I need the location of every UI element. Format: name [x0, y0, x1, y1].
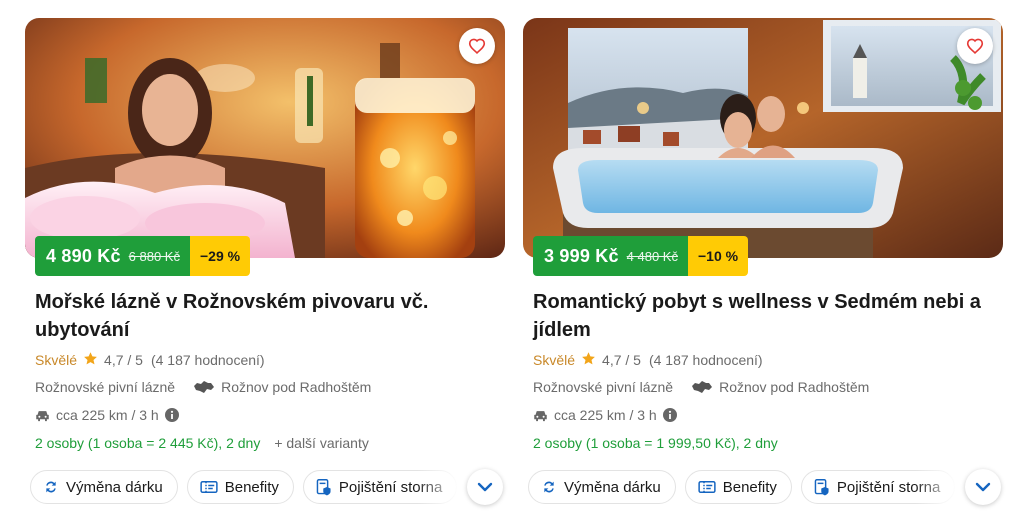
chip-benefits[interactable]: Benefity — [684, 470, 792, 504]
rating-score: 4,7 / 5 — [602, 352, 641, 368]
rating-row: Skvělé 4,7 / 5 (4 187 hodnocení) — [533, 351, 763, 369]
city-name: Rožnov pod Radhoštěm — [719, 379, 870, 395]
insurance-icon — [814, 478, 830, 496]
offer-card-2[interactable]: 3 999 Kč 4 480 Kč −10 % Romantický pobyt… — [523, 18, 1003, 508]
chips-fade — [417, 468, 467, 508]
chip-label: Výměna dárku — [564, 478, 661, 496]
offer-title[interactable]: Mořské lázně v Rožnovském pivovaru vč. u… — [35, 288, 495, 344]
price-tag: 4 890 Kč 6 880 Kč −29 % — [35, 236, 251, 276]
location-row: Rožnovské pivní lázně Rožnov pod Radhošt… — [533, 379, 869, 395]
star-icon — [581, 351, 596, 369]
chip-label: Výměna dárku — [66, 478, 163, 496]
insurance-icon — [316, 478, 332, 496]
stay-details: 2 osoby (1 osoba = 2 445 Kč), 2 dny — [35, 435, 261, 451]
heart-icon — [468, 38, 486, 54]
price-box: 4 890 Kč 6 880 Kč — [35, 236, 190, 276]
czech-map-icon — [193, 380, 215, 394]
original-price: 4 480 Kč — [626, 248, 678, 264]
offer-photo[interactable] — [523, 18, 1003, 258]
offer-card-1[interactable]: 4 890 Kč 6 880 Kč −29 % Mořské lázně v R… — [25, 18, 505, 508]
distance-text: cca 225 km / 3 h — [554, 407, 657, 423]
favorite-button[interactable] — [957, 28, 993, 64]
current-price: 4 890 Kč — [46, 245, 121, 266]
chip-gift-exchange[interactable]: Výměna dárku — [30, 470, 178, 504]
chip-label: Benefity — [224, 478, 279, 496]
star-icon — [83, 351, 98, 369]
chips-fade — [915, 468, 965, 508]
chevron-down-icon — [975, 482, 991, 492]
wellness-hot-tub-photo — [523, 18, 1003, 258]
car-icon — [533, 409, 548, 422]
car-icon — [35, 409, 50, 422]
chevron-down-icon — [477, 482, 493, 492]
distance-row: cca 225 km / 3 h — [35, 407, 185, 423]
ticket-icon — [698, 480, 716, 494]
info-icon[interactable] — [662, 408, 677, 422]
rating-word: Skvělé — [533, 352, 576, 368]
expand-chips-button[interactable] — [467, 469, 503, 505]
chip-gift-exchange[interactable]: Výměna dárku — [528, 470, 676, 504]
rating-row: Skvělé 4,7 / 5 (4 187 hodnocení) — [35, 351, 265, 369]
exchange-icon — [43, 479, 59, 495]
beer-spa-photo — [25, 18, 505, 258]
rating-word: Skvělé — [35, 352, 78, 368]
czech-map-icon — [691, 380, 713, 394]
price-box: 3 999 Kč 4 480 Kč — [533, 236, 688, 276]
rating-count: (4 187 hodnocení) — [648, 352, 763, 368]
venue-name: Rožnovské pivní lázně — [35, 379, 176, 395]
offer-photo[interactable] — [25, 18, 505, 258]
rating-score: 4,7 / 5 — [104, 352, 143, 368]
info-icon[interactable] — [164, 408, 179, 422]
distance-row: cca 225 km / 3 h — [533, 407, 683, 423]
current-price: 3 999 Kč — [544, 245, 619, 266]
chip-label: Benefity — [722, 478, 777, 496]
exchange-icon — [541, 479, 557, 495]
expand-chips-button[interactable] — [965, 469, 1001, 505]
price-tag: 3 999 Kč 4 480 Kč −10 % — [533, 236, 749, 276]
discount-badge: −10 % — [687, 236, 749, 276]
chip-benefits[interactable]: Benefity — [186, 470, 294, 504]
heart-icon — [966, 38, 984, 54]
ticket-icon — [200, 480, 218, 494]
venue-name: Rožnovské pivní lázně — [533, 379, 674, 395]
more-variants-link[interactable]: + další varianty — [274, 435, 369, 451]
stay-row: 2 osoby (1 osoba = 2 445 Kč), 2 dny + da… — [35, 435, 369, 451]
favorite-button[interactable] — [459, 28, 495, 64]
offer-title[interactable]: Romantický pobyt s wellness v Sedmém neb… — [533, 288, 993, 344]
distance-text: cca 225 km / 3 h — [56, 407, 159, 423]
rating-count: (4 187 hodnocení) — [150, 352, 265, 368]
discount-badge: −29 % — [189, 236, 251, 276]
original-price: 6 880 Kč — [128, 248, 180, 264]
city-name: Rožnov pod Radhoštěm — [221, 379, 372, 395]
stay-details: 2 osoby (1 osoba = 1 999,50 Kč), 2 dny — [533, 435, 778, 451]
location-row: Rožnovské pivní lázně Rožnov pod Radhošt… — [35, 379, 371, 395]
stay-row: 2 osoby (1 osoba = 1 999,50 Kč), 2 dny — [533, 435, 778, 451]
